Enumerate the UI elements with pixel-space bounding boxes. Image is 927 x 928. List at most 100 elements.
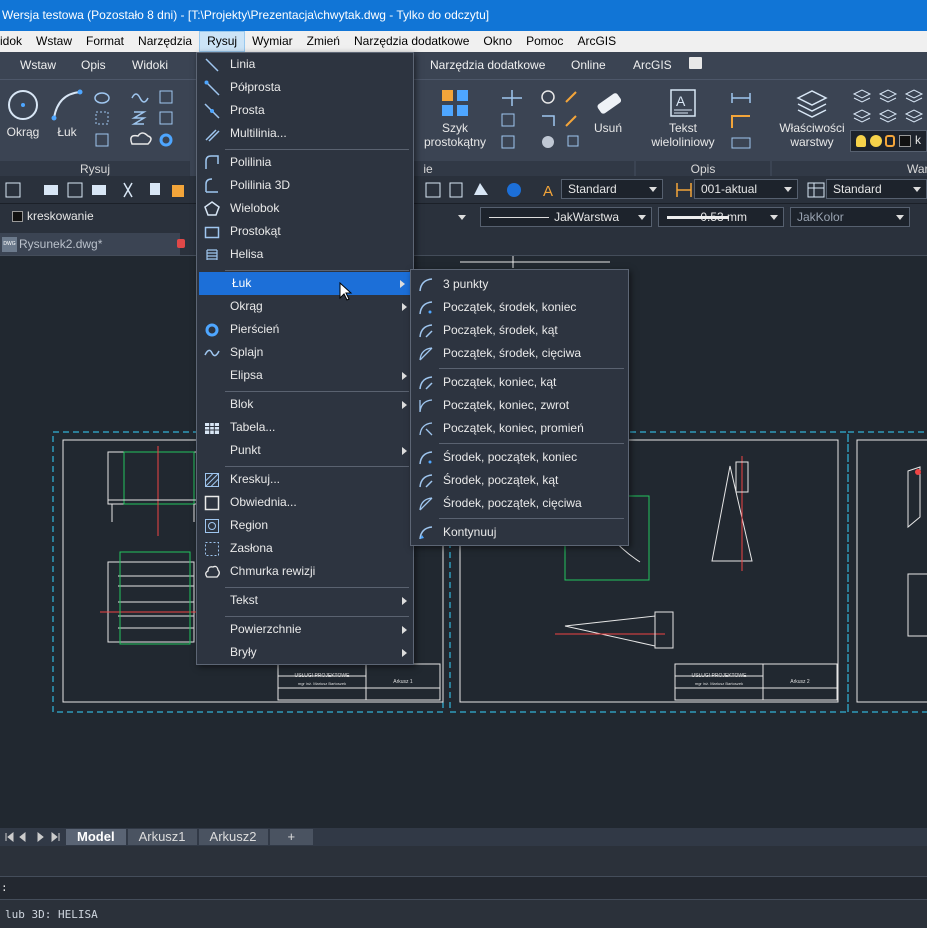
- draw-menu-item-punkt[interactable]: Punkt: [197, 439, 413, 462]
- arc-submenu-item[interactable]: Środek, początek, cięciwa: [411, 492, 628, 515]
- panel-opis-label[interactable]: Opis: [636, 161, 770, 177]
- standard-toolbar-icons-2[interactable]: [424, 181, 534, 199]
- draw-menu-item-pierscien[interactable]: Pierścień: [197, 318, 413, 341]
- region-icon: [204, 518, 220, 534]
- menu-rysuj[interactable]: Rysuj: [199, 31, 246, 52]
- arc-submenu-item[interactable]: Początek, środek, kąt: [411, 319, 628, 342]
- draw-menu-item-polilinia[interactable]: Polilinia: [197, 151, 413, 174]
- menu-wstaw[interactable]: Wstaw: [29, 31, 79, 52]
- draw-menu-item-region[interactable]: Region: [197, 514, 413, 537]
- draw-menu-label: Chmurka rewizji: [230, 564, 316, 578]
- arc-submenu-item[interactable]: Początek, środek, koniec: [411, 296, 628, 319]
- ribbon-tab-opis[interactable]: Opis: [81, 58, 106, 72]
- arc-submenu-item[interactable]: Kontynuuj: [411, 521, 628, 544]
- command-input[interactable]: :: [0, 876, 927, 900]
- layout-tab-arkusz2[interactable]: Arkusz2: [198, 829, 268, 845]
- current-layer-name[interactable]: kreskowanie: [27, 209, 94, 223]
- menu-separator: [225, 149, 409, 150]
- draw-menu-item-chmurka-rewizji[interactable]: Chmurka rewizji: [197, 560, 413, 583]
- linetype-value: JakWarstwa: [554, 210, 619, 224]
- draw-menu-item-prosta[interactable]: Prosta: [197, 99, 413, 122]
- layer-properties-label-1: Właściwości: [779, 121, 845, 135]
- draw-menu-item-luk[interactable]: Łuk: [199, 272, 411, 295]
- menu-okno[interactable]: Okno: [476, 31, 519, 52]
- color-dropdown[interactable]: JakKolor: [790, 207, 910, 227]
- erase-button[interactable]: Usuń: [586, 88, 630, 135]
- menu-zmien[interactable]: Zmień: [300, 31, 347, 52]
- draw-menu-item-blok[interactable]: Blok: [197, 393, 413, 416]
- draw-menu-item-kreskuj[interactable]: Kreskuj...: [197, 468, 413, 491]
- draw-menu-item-obwiednia[interactable]: Obwiednia...: [197, 491, 413, 514]
- draw-menu-item-polprosta[interactable]: Półprosta: [197, 76, 413, 99]
- layer-properties-button[interactable]: Właściwości warstwy: [776, 88, 848, 149]
- draw-menu-item-helisa[interactable]: Helisa: [197, 243, 413, 266]
- add-layout-button[interactable]: +: [269, 829, 314, 845]
- layer-small-tools[interactable]: [852, 88, 927, 128]
- mtext-button[interactable]: A Tekst wieloliniowy: [640, 88, 726, 149]
- menu-narzedzia-dodatkowe[interactable]: Narzędzia dodatkowe: [347, 31, 476, 52]
- table-style-dropdown[interactable]: Standard: [826, 179, 927, 199]
- panel-rysuj-label[interactable]: Rysuj: [0, 161, 190, 177]
- linetype-dropdown[interactable]: JakWarstwa: [480, 207, 652, 227]
- ribbon-minimize-icon[interactable]: [689, 57, 702, 69]
- arc-submenu-item[interactable]: Początek, koniec, kąt: [411, 371, 628, 394]
- draw-menu-item-prostokat[interactable]: Prostokąt: [197, 220, 413, 243]
- mouse-cursor-icon: [339, 282, 353, 301]
- layout-nav-arrows[interactable]: [0, 829, 66, 845]
- dim-style-dropdown[interactable]: 001-aktual: [694, 179, 798, 199]
- lineweight-dropdown[interactable]: 0.53 mm: [658, 207, 784, 227]
- arc-submenu-item[interactable]: Początek, środek, cięciwa: [411, 342, 628, 365]
- annotate-small-tools[interactable]: [728, 88, 768, 158]
- draw-menu-item-multilinia[interactable]: Multilinia...: [197, 122, 413, 145]
- menu-arcgis[interactable]: ArcGIS: [570, 31, 623, 52]
- array-label-2: prostokątny: [423, 135, 487, 149]
- layer-dropdown-arrow[interactable]: [414, 207, 472, 227]
- draw-menu-item-zaslona[interactable]: Zasłona: [197, 537, 413, 560]
- circle-button[interactable]: Okrąg: [4, 88, 42, 139]
- menu-narzedzia[interactable]: Narzędzia: [131, 31, 199, 52]
- ribbon-tab-wstaw[interactable]: Wstaw: [20, 58, 56, 72]
- ribbon-tab-widoki[interactable]: Widoki: [132, 58, 168, 72]
- spline-icon: [204, 345, 220, 361]
- menu-format[interactable]: Format: [79, 31, 131, 52]
- draw-menu-item-tabela[interactable]: Tabela...: [197, 416, 413, 439]
- menu-pomoc[interactable]: Pomoc: [519, 31, 570, 52]
- menu-wymiar[interactable]: Wymiar: [245, 31, 300, 52]
- arc-submenu-item[interactable]: Środek, początek, kąt: [411, 469, 628, 492]
- panel-warstwy-label[interactable]: War: [772, 161, 927, 177]
- donut-icon: [204, 322, 220, 338]
- draw-small-tools[interactable]: [92, 88, 182, 158]
- panel-zmien-label[interactable]: ie: [414, 161, 442, 177]
- layout-tab-model[interactable]: Model: [66, 829, 126, 845]
- draw-menu-item-wielobok[interactable]: Wielobok: [197, 197, 413, 220]
- draw-menu-label: Okrąg: [230, 299, 263, 313]
- draw-menu-item-elipsa[interactable]: Elipsa: [197, 364, 413, 387]
- arc-submenu-item[interactable]: Początek, koniec, promień: [411, 417, 628, 440]
- layer-dropdown[interactable]: k: [850, 130, 927, 152]
- draw-menu-item-tekst[interactable]: Tekst: [197, 589, 413, 612]
- draw-menu-label: Pierścień: [230, 322, 280, 336]
- draw-menu-item-linia[interactable]: Linia: [197, 53, 413, 76]
- ribbon-tab-arcgis[interactable]: ArcGIS: [633, 58, 672, 72]
- ribbon-tab-narzedzia-dodatkowe[interactable]: Narzędzia dodatkowe: [430, 58, 545, 72]
- standard-toolbar-icons[interactable]: [4, 181, 194, 199]
- draw-menu-item-okrag[interactable]: Okrąg: [197, 295, 413, 318]
- draw-menu-item-polilinia-3d[interactable]: Polilinia 3D: [197, 174, 413, 197]
- menu-widok[interactable]: idok: [0, 31, 29, 52]
- array-button[interactable]: Szyk prostokątny: [416, 88, 494, 149]
- layout-tab-arkusz1[interactable]: Arkusz1: [127, 829, 197, 845]
- doc-tab[interactable]: DWG Rysunek2.dwg*: [0, 233, 180, 255]
- arc-button[interactable]: Łuk: [48, 88, 86, 139]
- submenu-arrow-icon: [402, 447, 407, 455]
- draw-menu-item-splajn[interactable]: Splajn: [197, 341, 413, 364]
- arc-submenu-item[interactable]: Środek, początek, koniec: [411, 446, 628, 469]
- modify-small-tools[interactable]: [498, 88, 583, 158]
- draw-menu-item-bryly[interactable]: Bryły: [197, 641, 413, 664]
- panel-modify-bar[interactable]: [442, 161, 634, 177]
- draw-menu-item-powierzchnie[interactable]: Powierzchnie: [197, 618, 413, 641]
- command-history-line: lub 3D: HELISA: [5, 908, 98, 921]
- arc-submenu-item[interactable]: 3 punkty: [411, 273, 628, 296]
- text-style-dropdown[interactable]: Standard: [561, 179, 663, 199]
- ribbon-tab-online[interactable]: Online: [571, 58, 606, 72]
- arc-submenu-item[interactable]: Początek, koniec, zwrot: [411, 394, 628, 417]
